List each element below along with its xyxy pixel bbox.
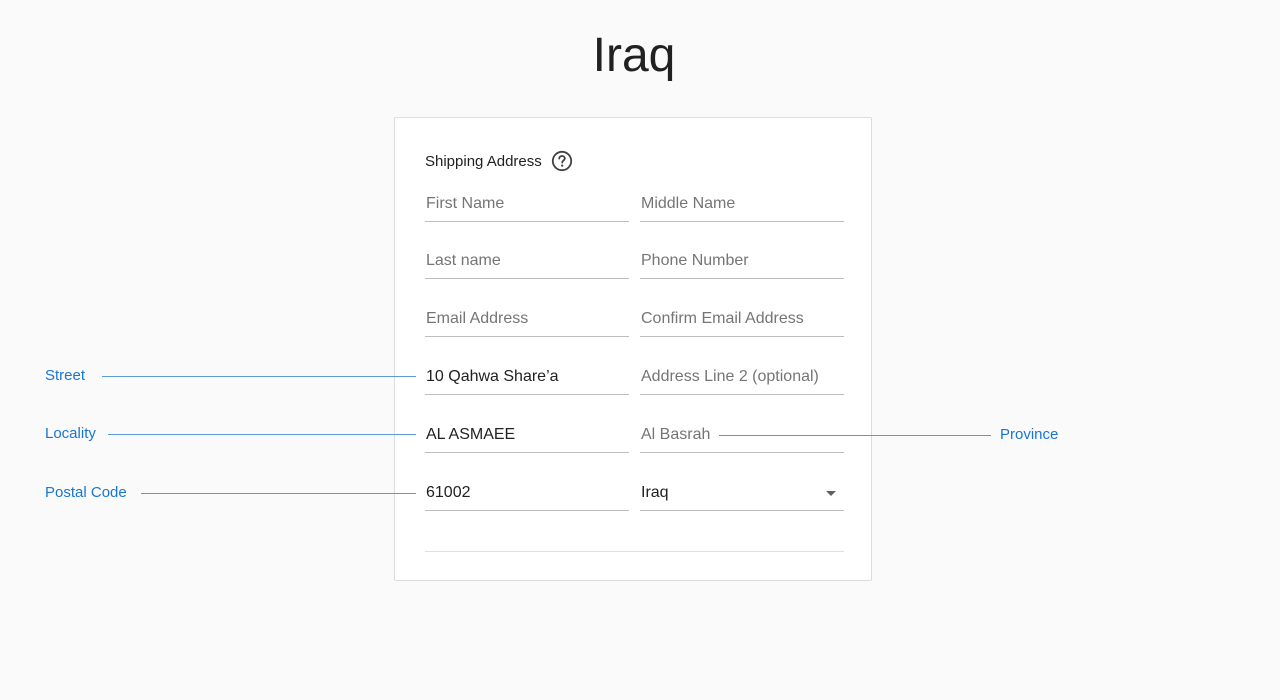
email-field <box>425 303 630 337</box>
annotation-street-label: Street <box>45 367 86 384</box>
annotation-province-label: Province <box>1000 426 1059 443</box>
section-title: Shipping Address <box>425 152 542 170</box>
street-input[interactable] <box>425 366 630 388</box>
last-name-input[interactable] <box>425 250 630 272</box>
shipping-address-card: Shipping Address First Name Middle Name … <box>394 117 872 581</box>
email-input[interactable] <box>425 308 630 330</box>
last-name-field <box>425 245 630 279</box>
address-line-2-input[interactable] <box>640 366 845 388</box>
province-field <box>640 419 845 453</box>
annotation-locality-line <box>108 434 416 435</box>
annotation-locality-label: Locality <box>45 425 96 442</box>
page-title: Iraq <box>592 29 676 82</box>
page: Iraq Shipping Address First Name Middle … <box>0 0 1280 700</box>
locality-input[interactable] <box>425 424 630 446</box>
annotation-postal-code-line <box>141 493 416 494</box>
locality-field <box>425 419 630 453</box>
first-name-field <box>425 188 630 222</box>
card-divider <box>425 551 844 552</box>
phone-number-input[interactable] <box>640 250 845 272</box>
dropdown-arrow-icon <box>826 491 836 496</box>
first-name-input[interactable] <box>425 193 630 215</box>
confirm-email-field <box>640 303 845 337</box>
address-line-2-field <box>640 361 845 395</box>
help-circle-icon[interactable] <box>551 150 573 172</box>
annotation-postal-code-label: Postal Code <box>45 484 127 501</box>
country-select[interactable]: Iraq <box>640 477 844 511</box>
annotation-street-line <box>102 376 416 377</box>
confirm-email-input[interactable] <box>640 308 845 330</box>
street-field <box>425 361 630 395</box>
country-select-value: Iraq <box>641 484 669 501</box>
middle-name-field <box>640 188 845 222</box>
phone-number-field <box>640 245 845 279</box>
postal-code-input[interactable] <box>425 482 630 504</box>
annotation-province-line <box>719 435 991 436</box>
section-header: Shipping Address <box>425 149 573 173</box>
postal-code-field <box>425 477 630 511</box>
middle-name-input[interactable] <box>640 193 845 215</box>
